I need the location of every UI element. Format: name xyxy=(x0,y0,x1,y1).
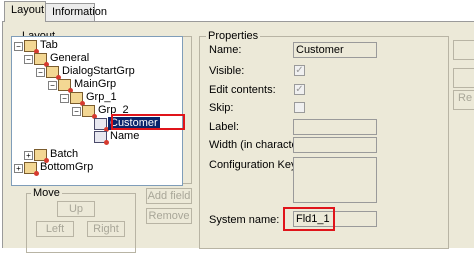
expand-icon[interactable]: + xyxy=(24,151,33,160)
move-right-button[interactable]: Right xyxy=(87,221,125,237)
field-icon xyxy=(94,118,109,132)
tree-node-label: MainGrp xyxy=(74,78,117,90)
group-icon xyxy=(58,79,73,93)
collapse-icon[interactable]: − xyxy=(14,42,23,51)
tree-node-label: DialogStartGrp xyxy=(62,65,135,77)
name-field[interactable]: Customer xyxy=(293,42,377,58)
collapse-icon[interactable]: − xyxy=(36,68,45,77)
tree-node-label: Tab xyxy=(40,39,58,51)
edit-contents-label: Edit contents: xyxy=(209,84,276,96)
label-label: Label: xyxy=(209,121,239,133)
highlight-system-name xyxy=(283,207,335,231)
remove-button[interactable]: Remove xyxy=(146,208,192,224)
group-icon xyxy=(24,162,39,176)
add-field-button[interactable]: Add field xyxy=(146,188,192,204)
collapse-icon[interactable]: − xyxy=(48,81,57,90)
skip-label: Skip: xyxy=(209,102,234,114)
right-button-3[interactable]: Re xyxy=(453,90,474,110)
label-field[interactable] xyxy=(293,119,377,135)
tree-node-label: General xyxy=(50,52,90,64)
collapse-icon[interactable]: − xyxy=(60,94,69,103)
properties-group-title: Properties xyxy=(206,29,261,43)
configuration-keys-label: Configuration Keys: xyxy=(209,159,305,171)
move-left-button[interactable]: Left xyxy=(36,221,74,237)
visible-checkbox[interactable]: ✓ xyxy=(294,65,305,76)
width-field[interactable] xyxy=(293,137,377,153)
move-group-title: Move xyxy=(31,186,62,200)
right-button-1[interactable] xyxy=(453,40,474,60)
group-icon xyxy=(82,105,97,119)
visible-label: Visible: xyxy=(209,65,245,77)
tab-information[interactable]: Information xyxy=(45,3,107,21)
field-icon xyxy=(94,131,109,145)
group-icon xyxy=(70,92,85,106)
move-up-button[interactable]: Up xyxy=(57,201,95,217)
tree-node-label: Batch xyxy=(50,148,79,160)
group-icon xyxy=(34,149,49,163)
layout-tree[interactable]: − Tab − General − DialogStartGrp − MainG… xyxy=(11,36,183,186)
edit-contents-checkbox[interactable]: ✓ xyxy=(294,84,305,95)
system-name-label: System name: xyxy=(209,214,280,226)
tree-node-label: BottomGrp xyxy=(40,161,94,173)
name-label: Name: xyxy=(209,44,242,56)
group-icon xyxy=(34,53,49,67)
main-panel: Layout − Tab − General − DialogStartGrp … xyxy=(2,21,474,253)
tab-strip: Layout Information xyxy=(0,0,474,22)
skip-checkbox[interactable] xyxy=(294,102,305,113)
group-icon xyxy=(24,40,39,54)
highlight-customer xyxy=(111,114,185,130)
tab-layout[interactable]: Layout xyxy=(4,1,46,22)
right-button-2[interactable] xyxy=(453,68,474,88)
group-icon xyxy=(46,66,61,80)
tree-node-label: Grp_1 xyxy=(86,91,117,103)
collapse-icon[interactable]: − xyxy=(72,107,81,116)
collapse-icon[interactable]: − xyxy=(24,55,33,64)
tree-node-label: Name xyxy=(110,130,140,142)
expand-icon[interactable]: + xyxy=(14,164,23,173)
configuration-keys-field[interactable] xyxy=(293,157,377,203)
